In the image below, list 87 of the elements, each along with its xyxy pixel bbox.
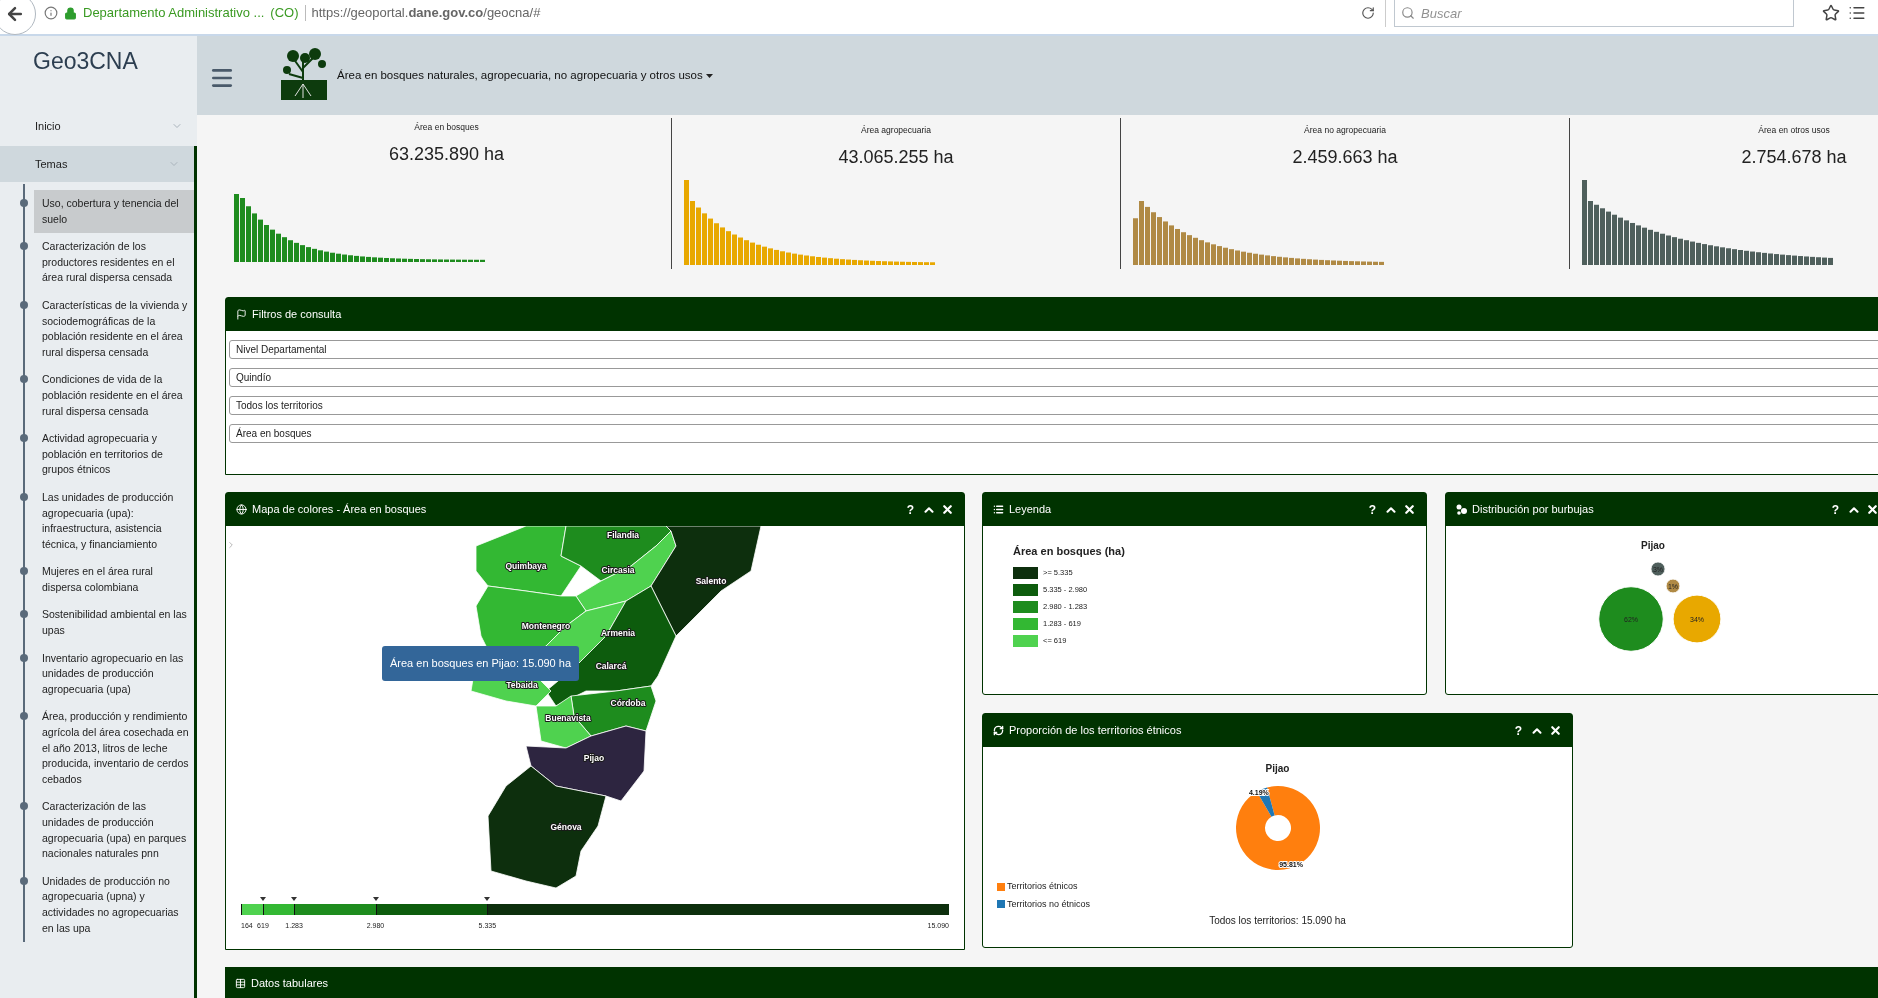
select-field[interactable]: Quindío <box>229 368 1878 387</box>
country-code: (CO) <box>270 4 299 23</box>
bubbles-icon <box>1456 504 1467 515</box>
select-field[interactable]: Área en bosques <box>229 424 1878 443</box>
sidebar-menu-item[interactable]: Inicio <box>0 108 197 144</box>
panel-title: Distribución por burbujas <box>1472 502 1594 518</box>
panel-title: Proporción de los territorios étnicos <box>1009 723 1182 739</box>
lock-icon <box>64 6 77 20</box>
flag-icon <box>236 309 247 320</box>
stat-value: 2.754.678 ha <box>1741 145 1847 169</box>
stat-value: 63.235.890 ha <box>388 142 505 166</box>
municipality-label: Calarcá <box>595 661 627 671</box>
list-icon <box>993 504 1004 515</box>
help-button[interactable]: ? <box>1828 500 1842 519</box>
topic-menu-item[interactable]: Unidades de producción no agropecuaria (upna) y actividades no agropecuarias en las upa <box>34 867 194 943</box>
topic-menu-item[interactable]: Sostenibilidad ambiental en las upas <box>34 601 194 645</box>
back-button[interactable] <box>0 0 36 35</box>
site-identity: Departamento Administrativo ... <box>83 4 265 23</box>
tick-marker-icon <box>372 897 379 901</box>
close-icon[interactable] <box>1866 503 1878 516</box>
panel-title: Leyenda <box>1009 502 1052 518</box>
municipality-label: Génova <box>550 822 582 832</box>
map-tooltip: Área en bosques en Pijao: 15.090 ha <box>382 646 580 681</box>
refresh-icon <box>993 725 1004 736</box>
topic-menu-item[interactable]: Caracterización de las unidades de producción agropecuaria (upa) en parques nacionales naturales pnn <box>34 793 194 868</box>
panel-title: Filtros de consulta <box>252 307 342 323</box>
reader-list-icon[interactable] <box>1848 4 1866 22</box>
sidebar-menu-item[interactable]: Temas <box>0 146 194 182</box>
legend-heading: Área en bosques (ha) <box>1013 544 1126 559</box>
legend-label: Territorios no étnicos <box>1007 897 1091 911</box>
stat-label: Área no agropecuaria <box>1304 124 1386 137</box>
app-logo-text: Geo3CNA <box>32 47 139 76</box>
topic-menu-item[interactable]: Actividad agropecuaria y población en territorios de grupos étnicos <box>34 425 194 484</box>
chart-title: Pijao <box>1641 539 1665 553</box>
select-field[interactable]: Todos los territorios <box>229 396 1878 415</box>
legend-label: Territorios étnicos <box>1007 880 1078 893</box>
municipality-label: Filandia <box>606 530 640 540</box>
tick-marker-icon <box>484 897 491 901</box>
topic-menu-item[interactable]: Inventario agropecuario en las unidades de producción agropecuaria (upa) <box>34 644 194 704</box>
municipality-label: Quimbaya <box>505 561 547 571</box>
chart-title: Pijao <box>1265 762 1290 776</box>
close-icon[interactable] <box>1549 724 1562 737</box>
search-icon <box>1401 6 1415 20</box>
municipality-shape[interactable] <box>487 765 607 889</box>
stat-label: Área agropecuaria <box>861 124 931 137</box>
municipality-label: Córdoba <box>610 698 646 708</box>
select-field[interactable]: Nivel Departamental <box>229 340 1878 359</box>
search-field[interactable]: Buscar <box>1394 0 1794 27</box>
table-icon <box>235 978 246 989</box>
stat-value: 2.459.663 ha <box>1292 145 1398 169</box>
globe-icon <box>236 504 247 515</box>
help-button[interactable]: ? <box>903 500 917 519</box>
help-button[interactable]: ? <box>1365 500 1379 519</box>
stat-label: Área en otros usos <box>1758 124 1830 137</box>
info-icon[interactable] <box>44 6 58 20</box>
panel-title: Datos tabulares <box>251 976 329 992</box>
panel-title: Mapa de colores - Área en bosques <box>252 502 427 518</box>
topic-menu-item[interactable]: Mujeres en el área rural dispersa colombiana <box>34 558 194 602</box>
municipality-shape[interactable] <box>575 530 677 612</box>
municipality-shape[interactable] <box>650 526 762 637</box>
help-button[interactable]: ? <box>1511 721 1525 740</box>
topic-menu-item[interactable]: Área, producción y rendimiento agrícola del área cosechada en el año 2013, litros de leche producida, inventario de cerdos cebados <box>34 703 194 794</box>
close-icon[interactable] <box>1403 503 1416 516</box>
url-text: https://geoportal.dane.gov.co/geocna/# <box>311 4 541 23</box>
total-text: Todos los territorios: 15.090 ha <box>1209 914 1346 928</box>
municipality-label: Pijao <box>583 753 605 763</box>
municipality-shape[interactable] <box>475 526 582 597</box>
close-icon[interactable] <box>941 503 954 516</box>
stat-label: Área en bosques <box>414 121 479 134</box>
caret-icon[interactable] <box>705 73 713 78</box>
reload-icon[interactable] <box>1361 6 1375 20</box>
address-bar[interactable]: Departamento Administrativo ... (CO) https://geoportal.dane.gov.co/geocna/# <box>44 0 1386 27</box>
topic-menu-item[interactable]: Caracterización de los productores residentes en el área rural dispersa censada <box>34 233 194 292</box>
donut-slice[interactable] <box>1235 786 1320 870</box>
municipality-shape[interactable] <box>525 725 647 802</box>
bookmark-star-icon[interactable] <box>1822 4 1840 22</box>
theme-title[interactable]: Área en bosques naturales, agropecuaria, no agropecuaria y otros usos <box>337 66 703 85</box>
stat-value: 43.065.255 ha <box>838 145 954 169</box>
topic-menu-item[interactable]: Características de la vivienda y sociodemográficas de la población residente en el área rural dispersa censada <box>34 291 194 367</box>
tick-marker-icon <box>259 897 266 901</box>
topic-menu-item[interactable]: Condiciones de vida de la población residente en el área rural dispersa censada <box>34 366 194 426</box>
municipality-label: Salento <box>695 576 727 586</box>
topic-menu-item[interactable]: Uso, cobertura y tenencia del suelo <box>34 190 194 234</box>
municipality-label: Buenavista <box>545 713 591 723</box>
tick-marker-icon <box>291 897 298 901</box>
municipality-label: Tebaida <box>506 680 538 690</box>
topic-menu-item[interactable]: Las unidades de producción agropecuaria (upa): infraestructura, asistencia técnica, y financiamiento <box>34 483 194 559</box>
